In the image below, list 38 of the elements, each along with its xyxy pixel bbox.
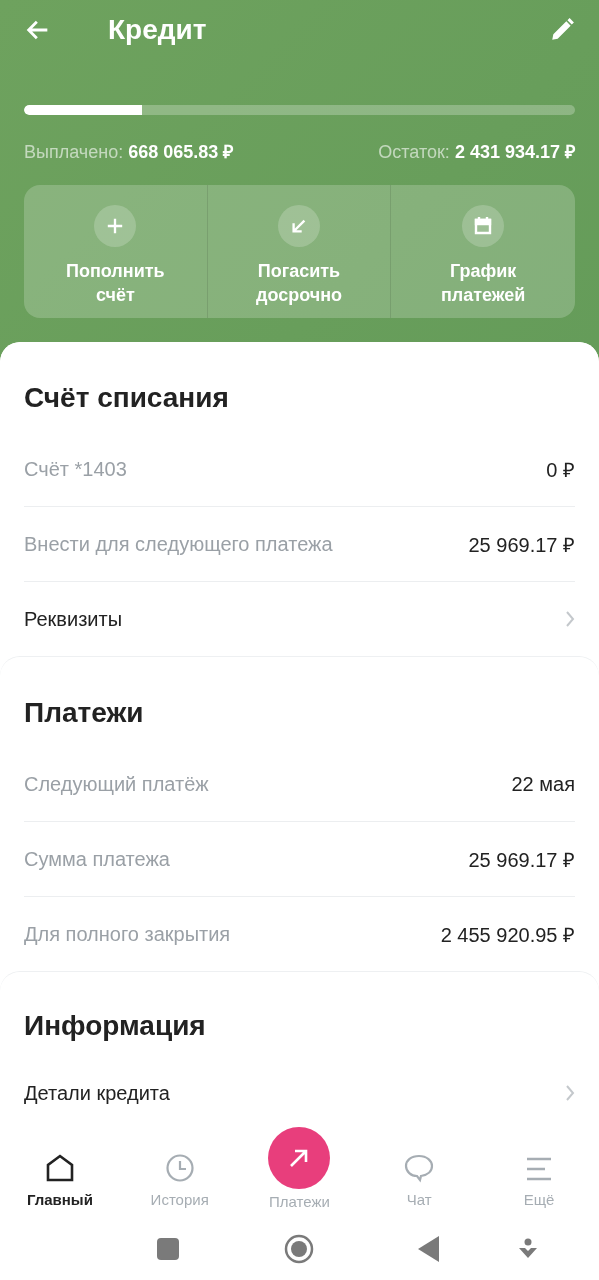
home-icon bbox=[44, 1153, 75, 1183]
link-row[interactable]: Реквизиты bbox=[24, 607, 122, 631]
paid-amount: Выплачено: 668 065.83 ₽ bbox=[24, 141, 234, 163]
action-button[interactable]: Погасить досрочно bbox=[207, 185, 392, 318]
clock-icon bbox=[164, 1153, 195, 1183]
row-label: Внести для следующего платежа bbox=[24, 532, 333, 556]
plus-icon bbox=[106, 217, 125, 235]
home-button-icon[interactable] bbox=[284, 1234, 314, 1264]
recent-apps-icon[interactable] bbox=[156, 1237, 180, 1261]
keyboard-hide-icon[interactable] bbox=[518, 1238, 538, 1260]
row-label: Для полного закрытия bbox=[24, 922, 231, 946]
link-row[interactable]: Детали кредита bbox=[24, 1081, 170, 1105]
section-title: Информация bbox=[24, 1009, 207, 1043]
row-value: 22 мая bbox=[511, 772, 575, 796]
arrow-icon bbox=[290, 217, 308, 235]
screen-title: Кредит bbox=[108, 14, 208, 46]
remaining-amount: Остаток: 2 431 934.17 ₽ bbox=[378, 141, 575, 163]
nav-tab[interactable]: Ещё bbox=[479, 1118, 599, 1218]
row-value: 25 969.17 ₽ bbox=[468, 847, 575, 873]
nav-tab[interactable]: Чат bbox=[359, 1118, 480, 1218]
pencil-icon[interactable] bbox=[549, 17, 575, 43]
row-value: 0 ₽ bbox=[546, 457, 575, 483]
back-button-icon[interactable] bbox=[418, 1236, 440, 1262]
section-title: Платежи bbox=[24, 696, 145, 730]
menu-icon bbox=[525, 1155, 554, 1183]
calendar-icon bbox=[473, 216, 494, 236]
row-value: 2 455 920.95 ₽ bbox=[440, 922, 575, 948]
action-button[interactable]: Пополнить счёт bbox=[24, 185, 208, 318]
section-title: Счёт списания bbox=[24, 381, 230, 415]
row-label: Следующий платёж bbox=[24, 772, 209, 796]
row-label: Счёт *1403 bbox=[24, 457, 127, 481]
nav-tab[interactable]: История bbox=[119, 1118, 240, 1218]
action-button[interactable]: График платежей bbox=[391, 185, 575, 318]
row-label: Сумма платежа bbox=[24, 847, 170, 871]
row-value: 25 969.17 ₽ bbox=[468, 532, 575, 558]
nav-tab[interactable]: Платежи bbox=[239, 1118, 360, 1218]
chat-icon bbox=[403, 1153, 436, 1183]
nav-tab[interactable]: Главный bbox=[0, 1118, 120, 1218]
